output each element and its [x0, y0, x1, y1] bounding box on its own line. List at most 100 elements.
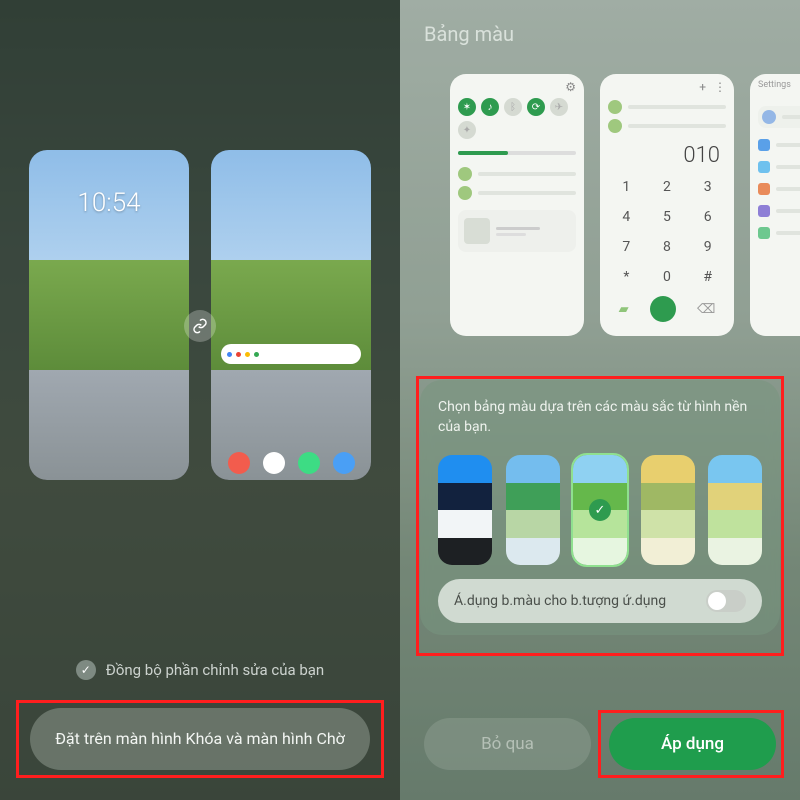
setting-icon: [758, 161, 770, 173]
home-apps-row: [221, 452, 361, 474]
palette-color: [573, 538, 627, 566]
theme-preview-row[interactable]: ⚙ ✶ ♪ ᛒ ⟳ ✈ ✦ +⋮: [450, 74, 800, 336]
setting-icon: [758, 183, 770, 195]
dial-key: 0: [649, 264, 686, 290]
color-palette-screen: Bảng màu ⚙ ✶ ♪ ᛒ ⟳ ✈ ✦: [400, 0, 800, 800]
sync-edits-row[interactable]: ✓ Đồng bộ phần chỉnh sửa của bạn: [0, 660, 400, 680]
avatar-icon: [458, 186, 472, 200]
palette-color: [641, 455, 695, 483]
media-card: [458, 210, 576, 252]
wallpaper-sky: [211, 150, 371, 260]
skip-button[interactable]: Bỏ qua: [424, 718, 591, 770]
toolbar-icons: +⋮: [699, 80, 726, 94]
palette-color: [506, 538, 560, 566]
dial-key: 5: [649, 204, 686, 230]
wifi-icon: ✶: [458, 98, 476, 116]
palette-color: [641, 510, 695, 538]
contact-icon: [608, 119, 622, 133]
link-icon[interactable]: [184, 310, 216, 342]
palette-option[interactable]: [438, 455, 492, 565]
palette-color: [438, 510, 492, 538]
skip-label: Bỏ qua: [481, 734, 534, 754]
profile-icon: [762, 110, 776, 124]
palette-color: [573, 455, 627, 483]
setting-icon: [758, 227, 770, 239]
dial-key: 3: [689, 174, 726, 200]
brightness-slider: [458, 151, 576, 155]
wallpaper-road: [211, 370, 371, 480]
settings-title: Settings: [758, 80, 791, 90]
check-icon: ✓: [589, 499, 611, 521]
palette-color: [708, 510, 762, 538]
bt-icon: ᛒ: [504, 98, 522, 116]
wallpaper-grass: [211, 260, 371, 370]
call-button: [650, 296, 676, 322]
lockscreen-preview[interactable]: 10:54: [29, 150, 189, 480]
dial-actions: ▰ ⌫: [608, 296, 726, 322]
palette-option[interactable]: [506, 455, 560, 565]
rotate-icon: ⟳: [527, 98, 545, 116]
sheet-description: Chọn bảng màu dựa trên các màu sắc từ hì…: [438, 398, 762, 437]
dial-key: 4: [608, 204, 645, 230]
avatar-icon: [458, 167, 472, 181]
dial-key: 8: [649, 234, 686, 260]
switch[interactable]: [706, 590, 746, 612]
palette-sheet: Chọn bảng màu dựa trên các màu sắc từ hì…: [420, 380, 780, 635]
dial-key: 2: [649, 174, 686, 200]
palette-color: [438, 538, 492, 566]
palette-color: [708, 538, 762, 566]
set-on-lock-home-button[interactable]: Đặt trên màn hình Khóa và màn hình Chờ: [30, 708, 370, 770]
wallpaper-set-screen: 10:54 ✓ Đồn: [0, 0, 400, 800]
apply-button[interactable]: Áp dụng: [609, 718, 776, 770]
palette-color: [708, 483, 762, 511]
set-button-label: Đặt trên màn hình Khóa và màn hình Chờ: [55, 728, 345, 750]
backspace-icon: ⌫: [697, 302, 715, 317]
palette-option[interactable]: ✓: [573, 455, 627, 565]
palette-color: [641, 538, 695, 566]
toggle-label: Á.dụng b.màu cho b.tượng ứ.dụng: [454, 593, 666, 609]
wallpaper-sky: 10:54: [29, 150, 189, 260]
palette-color: [438, 483, 492, 511]
palette-color: [641, 483, 695, 511]
setting-icon: [758, 205, 770, 217]
preview-quicksettings[interactable]: ⚙ ✶ ♪ ᛒ ⟳ ✈ ✦: [450, 74, 584, 336]
air-icon: ✈: [550, 98, 568, 116]
dial-key: 6: [689, 204, 726, 230]
more-icon: ⋮: [714, 80, 726, 94]
setting-icon: [758, 139, 770, 151]
contact-icon: [608, 100, 622, 114]
preview-settings[interactable]: Settings: [750, 74, 800, 336]
video-icon: ▰: [619, 302, 629, 317]
dialpad: 123456789*0#: [608, 174, 726, 290]
apply-to-icons-toggle[interactable]: Á.dụng b.màu cho b.tượng ứ.dụng: [438, 579, 762, 623]
lock-time: 10:54: [29, 188, 189, 218]
palette-color: [708, 455, 762, 483]
palette-color: [506, 455, 560, 483]
torch-icon: ✦: [458, 121, 476, 139]
palette-options: ✓: [438, 455, 762, 565]
dial-key: 1: [608, 174, 645, 200]
dial-number: 010: [614, 143, 720, 168]
dial-key: 9: [689, 234, 726, 260]
palette-option[interactable]: [641, 455, 695, 565]
dial-key: 7: [608, 234, 645, 260]
plus-icon: +: [699, 80, 706, 94]
check-icon: ✓: [76, 660, 96, 680]
apply-label: Áp dụng: [661, 734, 724, 754]
palette-color: [506, 483, 560, 511]
palette-option[interactable]: [708, 455, 762, 565]
gear-icon: ⚙: [565, 80, 576, 94]
status-icons: ⚙: [565, 80, 576, 94]
action-buttons: Bỏ qua Áp dụng: [424, 718, 776, 770]
wallpaper-road: [29, 370, 189, 480]
preview-dialer[interactable]: +⋮ 010 123456789*0# ▰ ⌫: [600, 74, 734, 336]
sound-icon: ♪: [481, 98, 499, 116]
google-search-bar: [221, 344, 361, 364]
homescreen-preview[interactable]: [211, 150, 371, 480]
palette-color: [506, 510, 560, 538]
wallpaper-grass: [29, 260, 189, 370]
quick-toggles: ✶ ♪ ᛒ ⟳ ✈ ✦: [458, 98, 576, 139]
sync-label: Đồng bộ phần chỉnh sửa của bạn: [106, 661, 324, 679]
dial-key: #: [689, 264, 726, 290]
palette-color: [438, 455, 492, 483]
